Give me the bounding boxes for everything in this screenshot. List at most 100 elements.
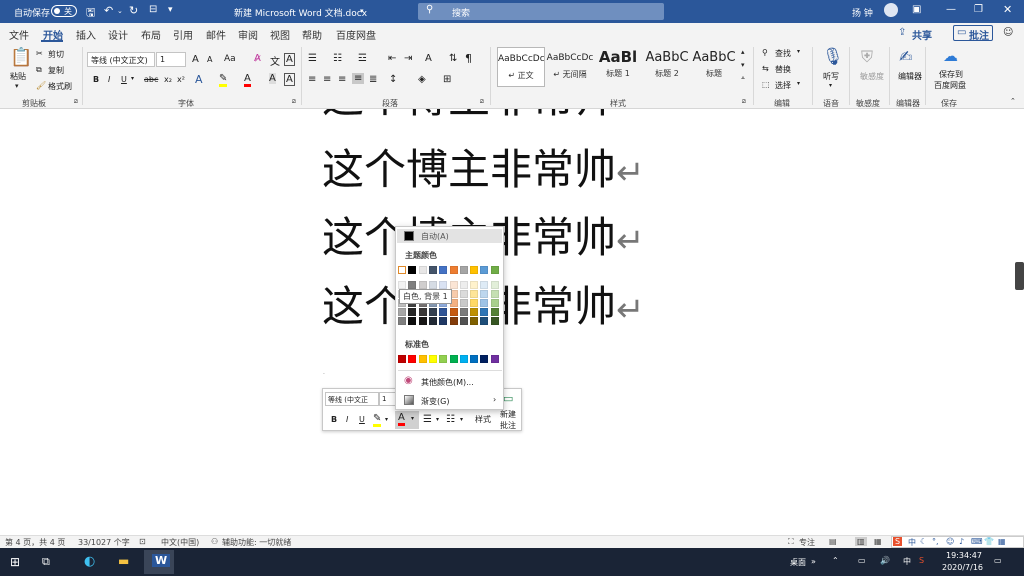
redo-icon[interactable]: ↻ <box>129 4 138 17</box>
baidu-cloud-icon[interactable]: ☁ <box>943 47 958 65</box>
style-title[interactable]: AaBbC 标题 <box>690 47 738 87</box>
style-heading-2[interactable]: AaBbC 标题 2 <box>643 47 691 87</box>
shade-color-swatch[interactable] <box>398 308 406 316</box>
standard-color-swatch[interactable] <box>480 355 489 363</box>
desktop-arrow-icon[interactable]: » <box>811 557 816 566</box>
undo-dropdown-icon[interactable]: ⌄ <box>117 7 123 15</box>
shade-color-swatch[interactable] <box>428 281 437 289</box>
restore-icon[interactable]: ❐ <box>974 4 983 15</box>
word-count[interactable]: 33/1027 个字 <box>78 537 130 548</box>
copy-icon[interactable]: ⧉ <box>36 65 42 75</box>
multilevel-list-icon[interactable]: ☲ <box>358 53 367 64</box>
sensitivity-button-label[interactable]: 敏感度 <box>860 71 884 82</box>
task-view-icon[interactable]: ⧉ <box>42 555 50 569</box>
replace-label[interactable]: 替换 <box>775 64 791 75</box>
theme-color-swatch[interactable] <box>408 266 417 274</box>
clear-format-icon[interactable]: A̷ <box>254 53 261 64</box>
share-button[interactable]: ⇪ 共享 <box>895 25 945 42</box>
theme-color-swatch[interactable] <box>398 266 406 274</box>
standard-color-swatch[interactable] <box>459 355 468 363</box>
shade-color-swatch[interactable] <box>408 317 417 325</box>
enclose-char-icon[interactable]: A <box>284 53 295 66</box>
distributed-icon[interactable]: ≣ <box>369 74 377 85</box>
theme-color-swatch[interactable] <box>428 266 437 274</box>
mini-highlight-dropdown-icon[interactable]: ▾ <box>385 416 388 423</box>
print-layout-icon[interactable]: ▥ <box>855 537 867 546</box>
font-size-combo[interactable]: 1 <box>156 52 186 67</box>
close-icon[interactable]: ✕ <box>1003 3 1012 16</box>
more-colors-option[interactable]: ◉ 其他颜色(M)... <box>397 373 502 389</box>
copy-label[interactable]: 复制 <box>48 65 64 76</box>
mini-font-name-combo[interactable]: 等线 (中文正 <box>325 392 379 406</box>
document-line[interactable]: 这个博主非常帅↵ <box>322 145 645 198</box>
brush-icon[interactable]: ⊟ <box>149 4 157 15</box>
new-comment-label-1[interactable]: 新建 <box>500 409 516 420</box>
tab-view[interactable]: 视图 <box>270 27 290 42</box>
tab-insert[interactable]: 插入 <box>76 27 96 42</box>
ime-chinese-label[interactable]: 中 <box>908 537 916 548</box>
justify-icon[interactable]: ≡ <box>352 73 365 84</box>
sogou-tray-icon[interactable]: S <box>919 556 924 565</box>
notification-icon[interactable]: ▭ <box>994 556 1002 565</box>
new-comment-label-2[interactable]: 批注 <box>500 420 516 431</box>
shade-color-swatch[interactable] <box>470 308 479 316</box>
theme-color-swatch[interactable] <box>439 266 448 274</box>
clock-date[interactable]: 2020/7/16 <box>942 563 983 572</box>
theme-color-swatch[interactable] <box>470 266 479 274</box>
gradient-option[interactable]: 渐变(G) › <box>397 392 502 408</box>
save-baidu-label-1[interactable]: 保存到 <box>939 69 963 80</box>
shade-color-swatch[interactable] <box>490 281 499 289</box>
undo-icon[interactable]: ↶ <box>104 4 113 17</box>
select-dropdown-icon[interactable]: ▾ <box>797 80 800 87</box>
cut-label[interactable]: 剪切 <box>48 49 64 60</box>
line-spacing-icon[interactable]: ↕ <box>389 74 397 85</box>
superscript-button[interactable]: x² <box>177 75 185 84</box>
mini-styles-button[interactable]: 样式 <box>475 414 491 425</box>
standard-color-swatch[interactable] <box>408 355 417 363</box>
document-title[interactable]: 新建 Microsoft Word 文档.docx <box>234 6 367 19</box>
clock-time[interactable]: 19:34:47 <box>946 551 982 560</box>
mini-numbering-dropdown-icon[interactable]: ▾ <box>460 416 463 423</box>
shade-color-swatch[interactable] <box>449 308 458 316</box>
change-case-icon[interactable]: Aa <box>224 54 236 64</box>
standard-color-swatch[interactable] <box>428 355 437 363</box>
increase-indent-icon[interactable]: ⇥ <box>404 53 412 64</box>
mini-italic-button[interactable]: I <box>346 415 348 424</box>
underline-dropdown-icon[interactable]: ▾ <box>131 75 134 82</box>
smiley-ime-icon[interactable]: ☺ <box>946 537 954 546</box>
styles-launcher-icon[interactable]: ⧄ <box>742 98 746 106</box>
search-box[interactable]: ⚲ 搜索 <box>418 3 664 20</box>
shade-color-swatch[interactable] <box>439 317 448 325</box>
shade-color-swatch[interactable] <box>470 290 479 298</box>
char-shading-icon[interactable]: A <box>269 73 276 84</box>
format-painter-icon[interactable]: 🖌 <box>36 81 46 90</box>
read-mode-icon[interactable]: ▤ <box>829 537 837 546</box>
grow-font-icon[interactable]: A <box>192 54 199 65</box>
proofing-icon[interactable]: ⊡ <box>139 537 146 546</box>
select-icon[interactable]: ⬚ <box>762 80 770 89</box>
microphone-icon[interactable]: 🎙 <box>822 47 844 67</box>
align-left-icon[interactable]: ≡ <box>308 74 316 85</box>
minimize-icon[interactable]: — <box>946 4 956 15</box>
shade-color-swatch[interactable] <box>459 290 468 298</box>
theme-color-swatch[interactable] <box>490 266 499 274</box>
tab-layout[interactable]: 布局 <box>141 27 161 42</box>
style-no-spacing[interactable]: AaBbCcDc ↵ 无间隔 <box>546 47 594 87</box>
shade-color-swatch[interactable] <box>439 308 448 316</box>
desktop-label[interactable]: 桌面 <box>790 557 806 568</box>
align-right-icon[interactable]: ≡ <box>338 74 346 85</box>
styles-more-icon[interactable]: ⩡ <box>741 74 745 83</box>
save-baidu-label-2[interactable]: 百度网盘 <box>934 80 966 91</box>
find-icon[interactable]: ⚲ <box>762 48 768 57</box>
style-heading-1[interactable]: AaBl 标题 1 <box>594 47 642 87</box>
language[interactable]: 中文(中国) <box>161 537 199 548</box>
phonetic-guide-icon[interactable]: 文 <box>270 53 280 68</box>
subscript-button[interactable]: x₂ <box>164 75 172 84</box>
shade-color-swatch[interactable] <box>459 308 468 316</box>
accessibility-status[interactable]: 辅助功能: 一切就绪 <box>222 537 291 548</box>
shade-color-swatch[interactable] <box>480 290 489 298</box>
shade-color-swatch[interactable] <box>490 290 499 298</box>
shade-color-swatch[interactable] <box>470 299 479 307</box>
document-canvas[interactable]: 这个博主非常帅 这个博主非常帅↵ 这个博主非常帅↵ 这个博主非常帅↵ · <box>0 109 1024 535</box>
standard-color-swatch[interactable] <box>490 355 499 363</box>
